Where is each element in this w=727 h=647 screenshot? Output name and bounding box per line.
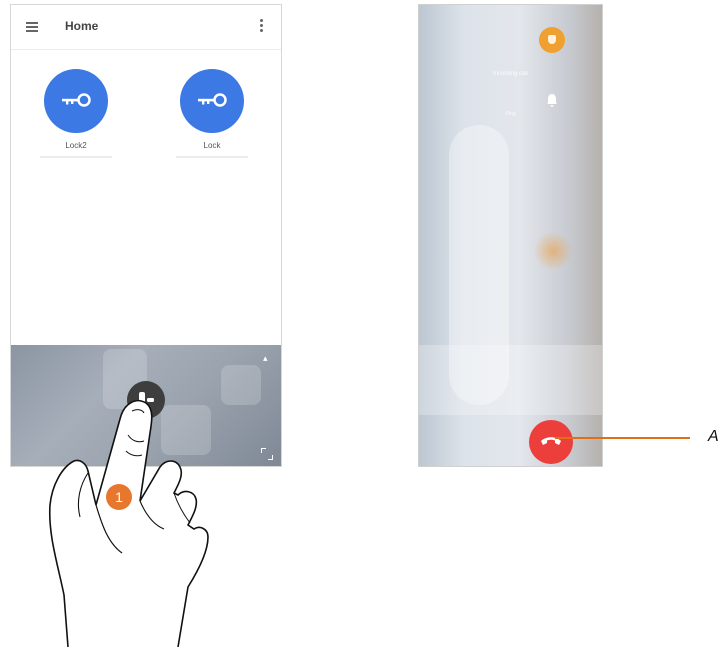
lock-button[interactable] — [44, 69, 108, 133]
step-number-badge: 1 — [106, 484, 132, 510]
callout-label: A — [708, 428, 719, 445]
bell-label: Ring — [505, 111, 516, 117]
pointing-hand-illustration — [48, 399, 209, 647]
lock-status-line — [40, 156, 112, 158]
key-icon — [198, 93, 227, 107]
expand-icon[interactable]: ▴ — [263, 353, 273, 363]
bell-icon[interactable] — [546, 93, 558, 107]
lock-button[interactable] — [180, 69, 244, 133]
app-top-bar: Home — [11, 5, 281, 50]
fullscreen-icon[interactable] — [261, 448, 273, 460]
hamburger-menu-icon[interactable] — [26, 22, 38, 32]
lock-tile-1[interactable]: Lock2 — [21, 69, 131, 158]
lock-status-line — [176, 156, 248, 158]
more-options-icon[interactable] — [260, 19, 263, 33]
background-blur — [419, 345, 602, 415]
key-icon — [62, 93, 91, 107]
caller-avatar-icon — [539, 27, 565, 53]
lock-name: Lock2 — [65, 141, 87, 150]
door-light-glow — [533, 231, 573, 271]
incoming-call-screen: Incoming call Ring — [418, 4, 603, 467]
hang-up-button[interactable] — [529, 420, 573, 464]
caller-label: Incoming call — [492, 71, 528, 77]
lock-tile-2[interactable]: Lock — [157, 69, 267, 158]
lock-name: Lock — [203, 141, 221, 150]
page-title: Home — [65, 19, 99, 33]
callout-line — [555, 437, 690, 439]
